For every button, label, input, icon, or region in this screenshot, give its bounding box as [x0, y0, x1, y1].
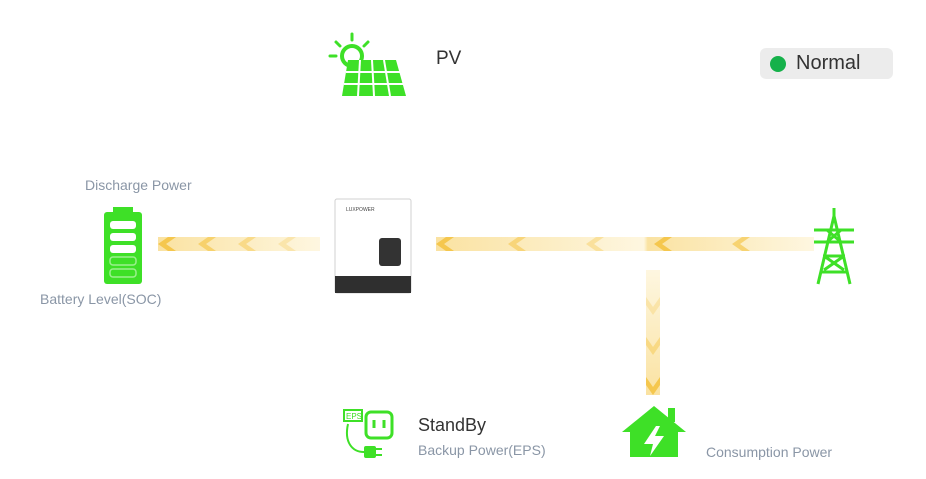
- inverter-brand-label: LUXPOWER: [346, 207, 375, 213]
- solar-panel-icon: [328, 32, 406, 97]
- backup-power-label: Backup Power(EPS): [418, 442, 546, 458]
- battery-soc-label: Battery Level(SOC): [40, 291, 162, 307]
- house-icon[interactable]: [620, 404, 688, 458]
- eps-status-label: StandBy: [418, 415, 487, 435]
- status-label: Normal: [796, 52, 861, 74]
- flow-arrow-to-consumption: [646, 270, 660, 395]
- status-dot-icon: [770, 55, 786, 72]
- eps-plug-icon[interactable]: EPS: [342, 408, 394, 460]
- inverter-icon[interactable]: LUXPOWER: [334, 198, 412, 294]
- battery-icon[interactable]: [103, 207, 143, 285]
- discharge-power-label: Discharge Power: [85, 177, 192, 193]
- pv-label: PV: [436, 48, 462, 69]
- flow-arrow-grid-to-inverter: [436, 237, 814, 251]
- flow-arrow-inverter-to-battery: [158, 237, 320, 251]
- eps-badge-text: EPS: [346, 412, 362, 421]
- consumption-power-label: Consumption Power: [706, 444, 833, 460]
- status-badge: Normal: [760, 48, 893, 79]
- grid-tower-icon[interactable]: [812, 206, 856, 286]
